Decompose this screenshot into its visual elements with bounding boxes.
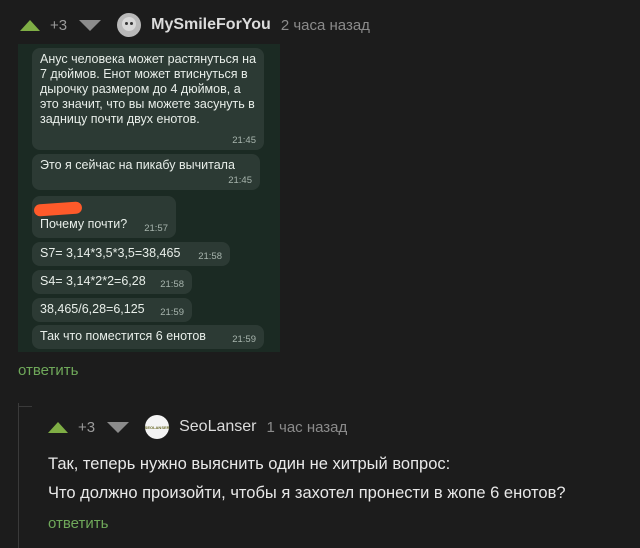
author-name[interactable]: SeoLanser [179,418,256,436]
message-text: S7= 3,14*3,5*3,5=38,465 [40,246,181,260]
chat-message: 38,465/6,28=6,125 21:59 [32,298,192,322]
message-text: Почему почти? [40,217,128,231]
upvote-button[interactable] [20,19,40,31]
message-text: 38,465/6,28=6,125 [40,302,145,316]
thread-line[interactable] [18,403,19,548]
chat-message: S4= 3,14*2*2=6,28 21:58 [32,270,192,294]
avatar[interactable] [117,13,142,37]
message-time: 21:59 [160,307,184,318]
message-time: 21:57 [144,223,168,234]
comment-score: +3 [78,418,96,436]
chat-screenshot: Анус человека может растянуться на 7 дюй… [18,44,280,352]
chat-message: Это я сейчас на пикабу вычитала 21:45 [32,154,260,190]
comment-score: +3 [50,16,68,34]
chat-message: S7= 3,14*3,5*3,5=38,465 21:58 [32,242,230,266]
thread-branch [18,406,32,407]
comment-time: 2 часа назад [280,16,370,34]
upvote-button[interactable] [48,421,68,433]
chat-message: Так что поместится 6 енотов 21:59 [32,325,264,349]
reply-link[interactable]: ответить [48,515,108,532]
author-name[interactable]: MySmileForYou [151,16,271,34]
chat-message: Анус человека может растянуться на 7 дюй… [32,48,264,150]
message-text: S4= 3,14*2*2=6,28 [40,274,146,288]
message-text: Это я сейчас на пикабу вычитала [40,158,235,172]
downvote-button[interactable] [79,19,102,31]
comment-text-line: Что должно произойти, чтобы я захотел пр… [48,484,566,502]
message-time: 21:45 [232,135,256,146]
message-text: Так что поместится 6 енотов [40,329,206,343]
downvote-button[interactable] [107,421,130,433]
message-time: 21:45 [228,175,252,186]
avatar-text: SEOLANSER [144,424,170,430]
message-text: Анус человека может растянуться на 7 дюй… [40,52,257,126]
comment-time: 1 час назад [266,418,348,436]
message-time: 21:58 [198,251,222,262]
avatar[interactable]: SEOLANSER [144,415,170,439]
reply-link[interactable]: ответить [18,362,78,379]
message-time: 21:58 [160,279,184,290]
comment-text-line: Так, теперь нужно выяснить один не хитры… [48,455,451,473]
message-time: 21:59 [232,334,256,345]
